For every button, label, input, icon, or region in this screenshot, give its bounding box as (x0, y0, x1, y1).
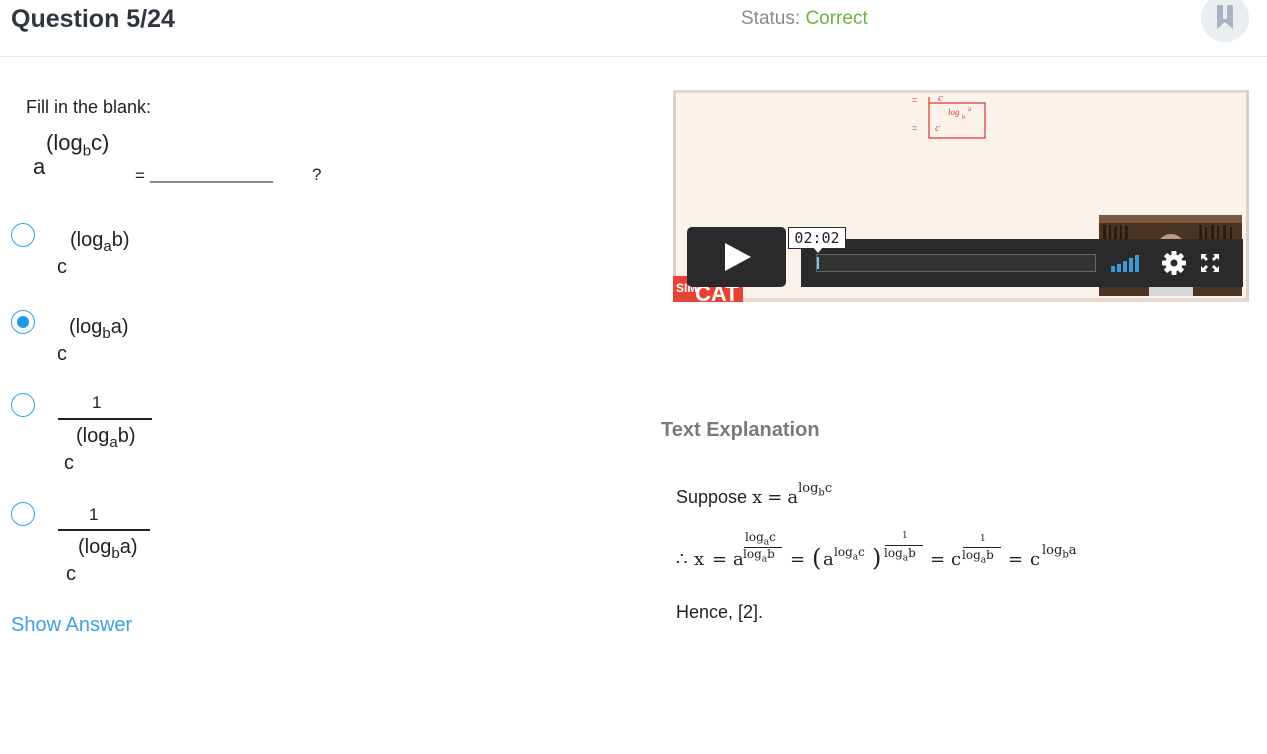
svg-text:b: b (962, 115, 965, 121)
option-1-base: c (57, 256, 67, 278)
question-base: a (33, 154, 46, 179)
option-3-radio[interactable] (11, 393, 35, 417)
svg-text:=: = (912, 95, 917, 105)
option-2-exponent: (logba) (69, 316, 129, 342)
question-mark: ? (312, 165, 322, 184)
svg-text:log: log (948, 107, 960, 117)
option-1-exponent: (logab) (70, 229, 130, 255)
svg-text:c: c (935, 122, 940, 134)
volume-bars-icon[interactable] (1109, 252, 1147, 272)
option-1-radio[interactable] (11, 223, 35, 247)
whiteboard-c-top: c (938, 93, 943, 104)
play-button[interactable] (687, 227, 786, 287)
show-answer-link[interactable]: Show Answer (11, 614, 132, 637)
status-text: Status: Correct (741, 8, 868, 30)
explanation-line-3: Hence, [2]. (676, 602, 764, 622)
time-tooltip-arrow (813, 247, 823, 253)
option-4-exponent: (logba) (78, 536, 138, 562)
fullscreen-icon[interactable] (1199, 252, 1221, 274)
question-equals: = (135, 166, 145, 185)
gear-icon[interactable] (1161, 250, 1187, 276)
question-header: Question 5/24 Status: Correct (0, 0, 1267, 57)
video-progress-bar[interactable] (816, 254, 1096, 272)
option-3-numerator: 1 (92, 393, 102, 412)
time-tooltip: 02:02 (788, 227, 846, 249)
question-exponent: (logbc) (46, 130, 110, 160)
explanation-title: Text Explanation (661, 419, 820, 441)
option-4-fraction-bar (58, 529, 150, 531)
status-value: Correct (805, 8, 868, 29)
status-label: Status: (741, 8, 801, 29)
option-4-base: c (66, 563, 76, 585)
option-3-base: c (64, 452, 74, 474)
svg-text:a: a (968, 105, 972, 113)
svg-text:=: = (912, 123, 917, 133)
option-3-exponent: (logab) (76, 425, 136, 451)
play-icon (725, 243, 751, 271)
question-title: Question 5/24 (11, 5, 175, 33)
option-4-numerator: 1 (89, 505, 99, 524)
option-3-fraction-bar (58, 418, 152, 420)
option-2-radio[interactable] (11, 310, 35, 334)
option-4-radio[interactable] (11, 502, 35, 526)
question-blank: _____________ (150, 164, 273, 183)
question-instruction: Fill in the blank: (26, 97, 152, 117)
video-progress-fill (817, 257, 819, 269)
explanation-line-1: Suppose x = alogbc (676, 481, 833, 508)
option-2-base: c (57, 343, 67, 365)
bookmark-button[interactable] (1201, 0, 1249, 42)
bookmark-icon (1217, 5, 1233, 29)
